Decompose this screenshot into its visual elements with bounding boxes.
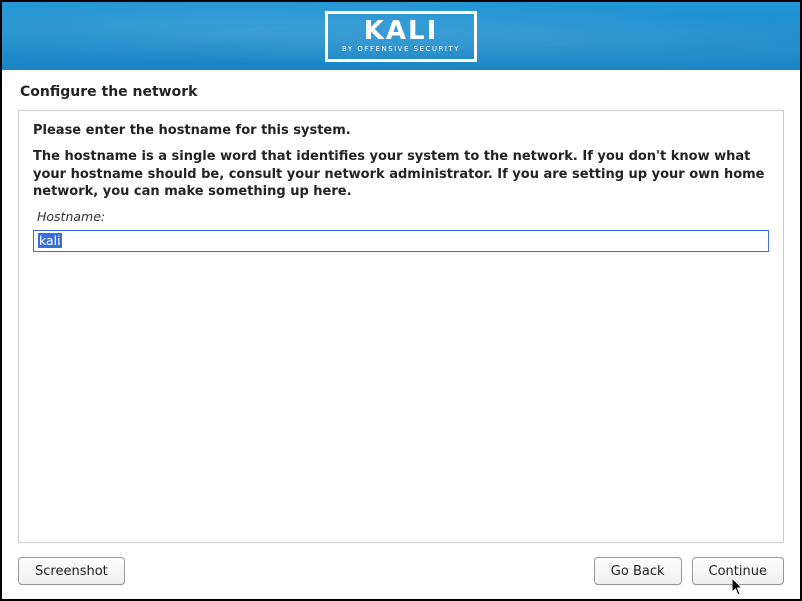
go-back-button[interactable]: Go Back (594, 557, 682, 585)
content-panel: Please enter the hostname for this syste… (18, 110, 784, 543)
logo-subtitle: BY OFFENSIVE SECURITY (342, 46, 460, 53)
continue-button[interactable]: Continue (692, 557, 784, 585)
installer-window: KALI BY OFFENSIVE SECURITY Configure the… (0, 0, 802, 601)
hostname-field-label: Hostname: (37, 209, 769, 224)
screenshot-button[interactable]: Screenshot (18, 557, 125, 585)
hostname-input-value: kali (38, 233, 62, 248)
hostname-prompt: Please enter the hostname for this syste… (33, 123, 769, 138)
kali-logo: KALI BY OFFENSIVE SECURITY (325, 11, 477, 62)
header-banner: KALI BY OFFENSIVE SECURITY (2, 2, 800, 70)
page-title: Configure the network (2, 70, 800, 110)
footer-bar: Screenshot Go Back Continue (2, 553, 800, 599)
hostname-input[interactable]: kali (33, 230, 769, 252)
logo-text: KALI (364, 18, 439, 44)
hostname-description: The hostname is a single word that ident… (33, 148, 769, 201)
